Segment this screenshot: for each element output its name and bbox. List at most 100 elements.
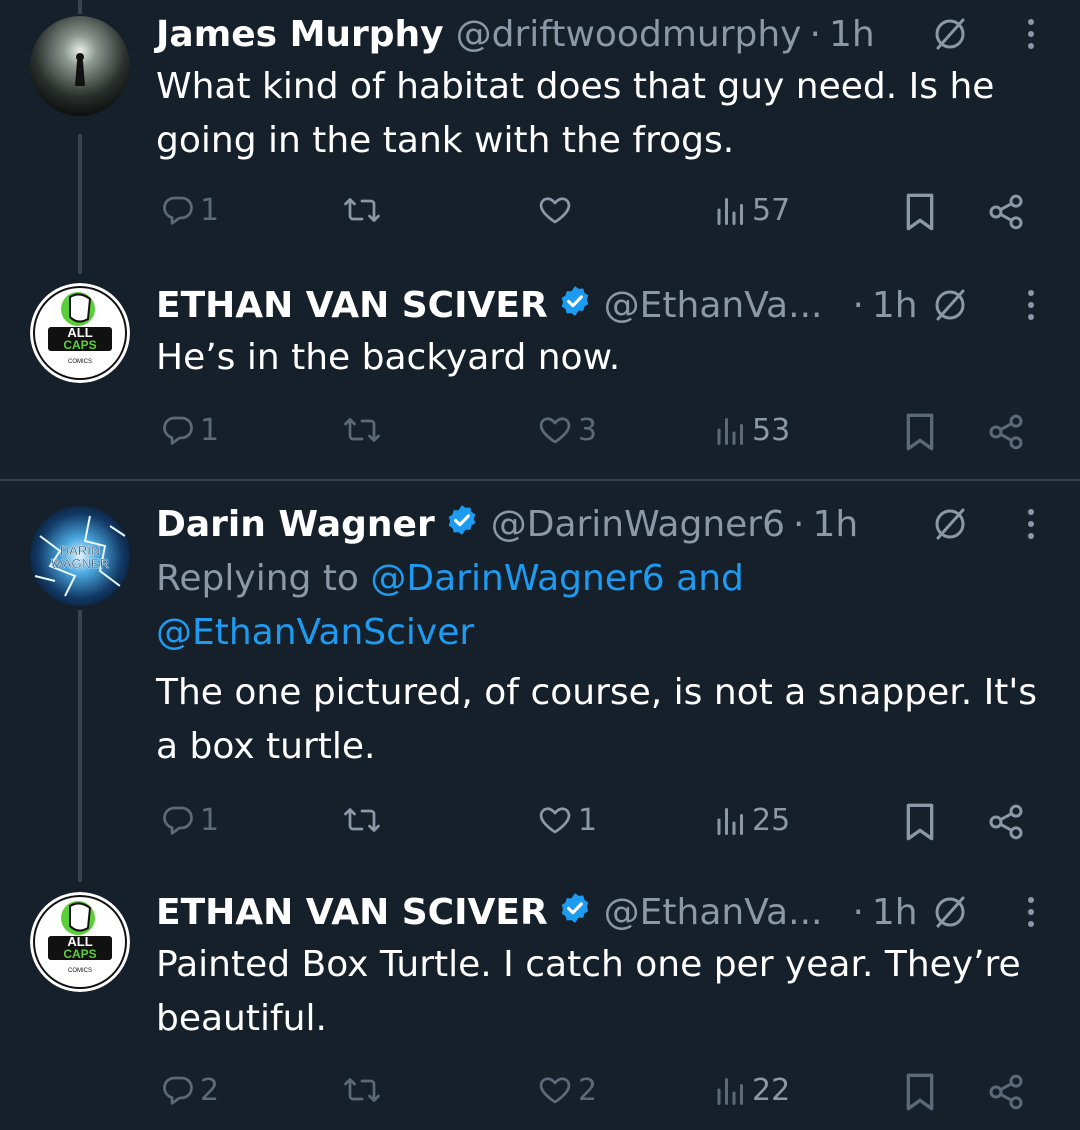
share-button[interactable] [986,412,1026,452]
time-separator: · [852,284,864,326]
views-button[interactable]: 22 [714,1072,790,1108]
replying-and[interactable]: and [676,558,744,599]
reply-button[interactable]: 2 [160,1072,219,1108]
retweet-button[interactable] [342,802,386,838]
reply-count: 1 [200,412,220,448]
tweet-text-line: beautiful. [156,998,327,1039]
bookmark-icon [903,802,937,842]
heart-button[interactable]: 1 [536,802,597,838]
more-icon[interactable] [1024,285,1038,325]
avatar[interactable]: ALL CAPS COMICS [30,283,130,383]
tweet-text-line: a box turtle. [156,726,376,767]
author-name[interactable]: Darin Wagner [156,504,435,545]
author-handle[interactable]: @driftwoodmurphy [456,14,802,55]
reply-count: 1 [200,802,220,838]
like-count: 2 [578,1072,598,1108]
reply-count: 2 [200,1072,220,1108]
tweet-text-line: Painted Box Turtle. I catch one per year… [156,944,1021,985]
author-handle[interactable]: @DarinWagner6 [491,504,785,545]
verified-badge-icon [445,503,479,546]
grok-icon[interactable] [930,504,970,544]
views-icon [714,1072,748,1108]
heart-icon [536,1072,574,1108]
reply-icon [160,192,196,228]
more-icon[interactable] [1024,892,1038,932]
views-count: 57 [752,192,791,228]
tweet-text: The one pictured, of course, is not a sn… [156,666,1056,774]
time-separator: · [852,891,864,933]
post-time[interactable]: 1h [872,285,918,326]
views-button[interactable]: 57 [714,192,790,228]
logo-text: COMICS [68,968,92,974]
grok-icon[interactable] [930,285,970,325]
views-button[interactable]: 25 [714,802,790,838]
bookmark-button[interactable] [903,412,937,452]
views-count: 25 [752,802,791,838]
like-count: 3 [578,412,598,448]
post-time[interactable]: 1h [812,504,858,545]
replying-to: Replying to @DarinWagner6 and @EthanVanS… [156,552,1056,660]
reply-button[interactable]: 1 [160,412,219,448]
heart-icon [536,802,574,838]
reply-button[interactable]: 1 [160,192,219,228]
grok-icon[interactable] [930,14,970,54]
share-icon [986,192,1026,232]
retweet-icon [342,412,382,448]
author-name[interactable]: ETHAN VAN SCIVER [156,285,548,326]
share-button[interactable] [986,802,1026,842]
author-handle[interactable]: @EthanVa... [604,892,823,933]
heart-icon [536,192,574,228]
share-icon [986,412,1026,452]
bookmark-icon [903,1072,937,1112]
action-bar: 1 57 [0,190,1080,236]
logo-text: WAGNER [51,556,109,571]
heart-button[interactable] [536,192,578,228]
avatar[interactable]: ALL CAPS COMICS [30,892,130,992]
bookmark-button[interactable] [903,192,937,232]
retweet-button[interactable] [342,192,386,228]
retweet-icon [342,192,382,228]
reply-button[interactable]: 1 [160,802,219,838]
retweet-icon [342,802,382,838]
heart-button[interactable]: 2 [536,1072,597,1108]
author-name[interactable]: ETHAN VAN SCIVER [156,892,548,933]
heart-button[interactable]: 3 [536,412,597,448]
logo-text: CAPS [63,338,96,352]
avatar[interactable] [30,16,130,116]
tweet-text-line: going in the tank with the frogs. [156,120,735,161]
reply-icon [160,412,196,448]
avatar[interactable]: DARIN WAGNER [30,506,130,606]
verified-badge-icon [558,891,592,934]
post-time[interactable]: 1h [872,892,918,933]
bookmark-icon [903,412,937,452]
share-button[interactable] [986,192,1026,232]
tweet-text-line: He’s in the backyard now. [156,337,621,378]
action-bar: 1 1 25 [0,800,1080,846]
views-icon [714,802,748,838]
author-name[interactable]: James Murphy [156,14,444,55]
more-icon[interactable] [1024,14,1038,54]
bookmark-icon [903,192,937,232]
replying-to-label: Replying to [156,558,359,599]
grok-icon[interactable] [930,892,970,932]
retweet-icon [342,1072,382,1108]
post-time[interactable]: 1h [829,14,875,55]
tweet-text-line: What kind of habitat does that guy need.… [156,66,995,107]
verified-badge-icon [558,284,592,327]
reply-icon [160,1072,196,1108]
share-button[interactable] [986,1072,1026,1112]
tweet-text: What kind of habitat does that guy need.… [156,60,1056,168]
share-icon [986,1072,1026,1112]
like-count: 1 [578,802,598,838]
retweet-button[interactable] [342,1072,386,1108]
views-button[interactable]: 53 [714,412,790,448]
mention-link[interactable]: @DarinWagner6 [370,558,664,599]
bookmark-button[interactable] [903,802,937,842]
time-separator: · [809,13,821,55]
mention-link[interactable]: @EthanVanSciver [156,612,474,653]
author-handle[interactable]: @EthanVa... [604,285,823,326]
divider [0,479,1080,481]
retweet-button[interactable] [342,412,386,448]
more-icon[interactable] [1024,504,1038,544]
bookmark-button[interactable] [903,1072,937,1112]
